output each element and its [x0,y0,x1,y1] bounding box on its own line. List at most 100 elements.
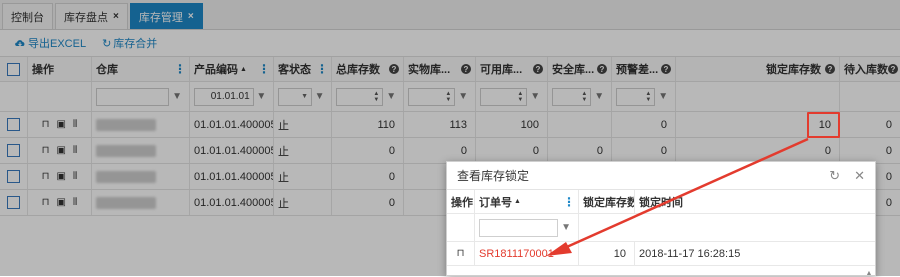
funnel-icon[interactable]: ▼ [254,88,269,106]
tab-label: 控制台 [11,11,44,24]
funnel-icon[interactable]: ▼ [591,88,607,106]
unlock-icon[interactable]: ⊓ [42,171,50,182]
annotation-highlight-box [807,112,840,138]
help-icon[interactable]: ? [661,64,671,74]
col-physical-stock[interactable]: 实物库... ? [404,57,476,81]
col-status-label: 客状态 [278,64,311,76]
funnel-icon[interactable]: ▼ [558,219,574,237]
funnel-icon[interactable]: ▼ [527,88,543,106]
row-checkbox[interactable] [7,170,20,183]
col-safety-stock[interactable]: 安全库... ? [548,57,612,81]
export-excel-button[interactable]: 导出EXCEL [14,35,86,51]
spinner-icon[interactable]: ▲ ▼ [517,91,523,103]
warning-diff-filter-input[interactable]: ▲ ▼ [616,87,656,106]
lock-icon[interactable]: ▣ [56,171,65,182]
close-icon[interactable]: ✕ [854,168,865,184]
warehouse-cell [92,138,190,163]
funnel-icon[interactable]: ▼ [383,88,399,106]
funnel-icon[interactable]: ▼ [169,88,185,106]
col-product-code[interactable]: 产品编码 ▲ ⋮ [190,57,274,81]
close-icon[interactable]: × [188,11,194,22]
spinner-icon[interactable]: ▲ ▼ [581,91,587,103]
unlock-icon[interactable]: ⊓ [42,145,50,156]
dialog-scrollbar[interactable]: ▲ [863,214,875,277]
close-icon[interactable]: × [113,11,119,22]
safety-stock-filter-input[interactable]: ▲ ▼ [552,87,592,106]
merge-inventory-button[interactable]: ↻ 库存合并 [102,35,157,51]
inventory-lock-dialog: 查看库存锁定 ↻ ✕ 操作 订单号 ▲ ⋮ 锁定库存数 锁定时间 ▼ ⊓ SR1… [446,161,876,277]
row-checkbox[interactable] [7,144,20,157]
help-icon[interactable]: ? [888,64,898,74]
spinner-icon[interactable]: ▲ ▼ [373,91,379,103]
table-row[interactable]: ⊓ ▣ ⦀ 01.01.01.400005 止 110 113 100 0 10… [0,112,900,138]
funnel-icon[interactable]: ▼ [655,88,671,106]
lock-icon[interactable]: ▣ [56,197,65,208]
available-stock-filter-input[interactable]: ▲ ▼ [480,87,528,106]
col-status[interactable]: 客状态 ⋮ [274,57,332,81]
status-cell: 止 [274,112,332,137]
lock-icon[interactable]: ▣ [56,145,65,156]
status-cell: 止 [274,190,332,215]
locked-stock-cell[interactable]: 0 [676,138,840,163]
filter-cell [447,214,475,241]
funnel-icon[interactable]: ▼ [312,88,327,106]
select-all-checkbox[interactable] [7,62,20,76]
funnel-icon[interactable]: ▼ [455,88,471,106]
column-menu-icon[interactable]: ⋮ [174,62,186,76]
col-warehouse[interactable]: 仓库 ⋮ [92,57,190,81]
dialog-col-locked-time[interactable]: 锁定时间 [635,190,733,213]
refresh-icon[interactable]: ↻ [829,168,840,184]
help-icon[interactable]: ? [389,64,399,74]
dialog-col-actions: 操作 [447,190,475,213]
lock-icon[interactable]: ▣ [56,119,65,130]
barcode-icon[interactable]: ⦀ [73,145,77,156]
tab-stocktaking[interactable]: 库存盘点 × [55,3,128,29]
col-pending-in-label: 待入库数 [844,64,888,76]
unlock-icon[interactable]: ⊓ [42,119,50,130]
spinner-icon[interactable]: ▲ ▼ [445,91,451,103]
col-total-stock[interactable]: 总库存数 ? [332,57,404,81]
product-code-filter-input[interactable]: 01.01.01 [194,87,254,106]
available-stock-cell: 100 [476,112,548,137]
unlock-icon[interactable]: ⊓ [42,197,50,208]
total-stock-filter-input[interactable]: ▲ ▼ [336,87,384,106]
warehouse-cell [92,190,190,215]
help-icon[interactable]: ? [461,64,471,74]
barcode-icon[interactable]: ⦀ [73,119,77,130]
row-checkbox[interactable] [7,196,20,209]
col-locked-stock[interactable]: 锁定库存数 ? [676,57,840,81]
warehouse-cell [92,164,190,189]
spinner-icon[interactable]: ▲ ▼ [645,91,651,103]
col-available-stock-label: 可用库... [480,64,523,76]
product-code-cell: 01.01.01.400005 [190,190,274,215]
physical-stock-filter-input[interactable]: ▲ ▼ [408,87,456,106]
dialog-col-order-no[interactable]: 订单号 ▲ ⋮ [475,190,579,213]
col-pending-in[interactable]: 待入库数 ? [840,57,900,81]
tab-label: 库存盘点 [64,11,108,24]
table-row[interactable]: ⊓ SR1811170001 10 2018-11-17 16:28:15 [447,242,875,266]
column-menu-icon[interactable]: ⋮ [258,62,270,76]
tab-inventory-management[interactable]: 库存管理 × [129,3,203,29]
column-menu-icon[interactable]: ⋮ [563,195,575,209]
physical-stock-cell: 113 [404,112,476,137]
column-menu-icon[interactable]: ⋮ [316,62,328,76]
order-no-filter-input[interactable] [479,218,559,237]
col-available-stock[interactable]: 可用库... ? [476,57,548,81]
col-warning-diff[interactable]: 预警差... ? [612,57,676,81]
barcode-icon[interactable]: ⦀ [73,197,77,208]
dialog-col-locked-qty[interactable]: 锁定库存数 [579,190,635,213]
help-icon[interactable]: ? [597,64,607,74]
order-no-link[interactable]: SR1811170001 [479,248,554,260]
help-icon[interactable]: ? [825,64,835,74]
barcode-icon[interactable]: ⦀ [73,171,77,182]
tab-console[interactable]: 控制台 [2,3,53,29]
dialog-col-order-no-label: 订单号 [479,196,512,209]
help-icon[interactable]: ? [533,64,543,74]
status-filter-select[interactable]: ▼ [278,87,313,106]
unlock-icon[interactable]: ⊓ [457,248,465,259]
status-cell: 止 [274,164,332,189]
filter-status: ▼ ▼ [274,82,332,111]
warehouse-filter-input[interactable] [96,87,170,106]
order-no-cell: SR1811170001 [475,242,579,265]
row-checkbox[interactable] [7,118,20,131]
